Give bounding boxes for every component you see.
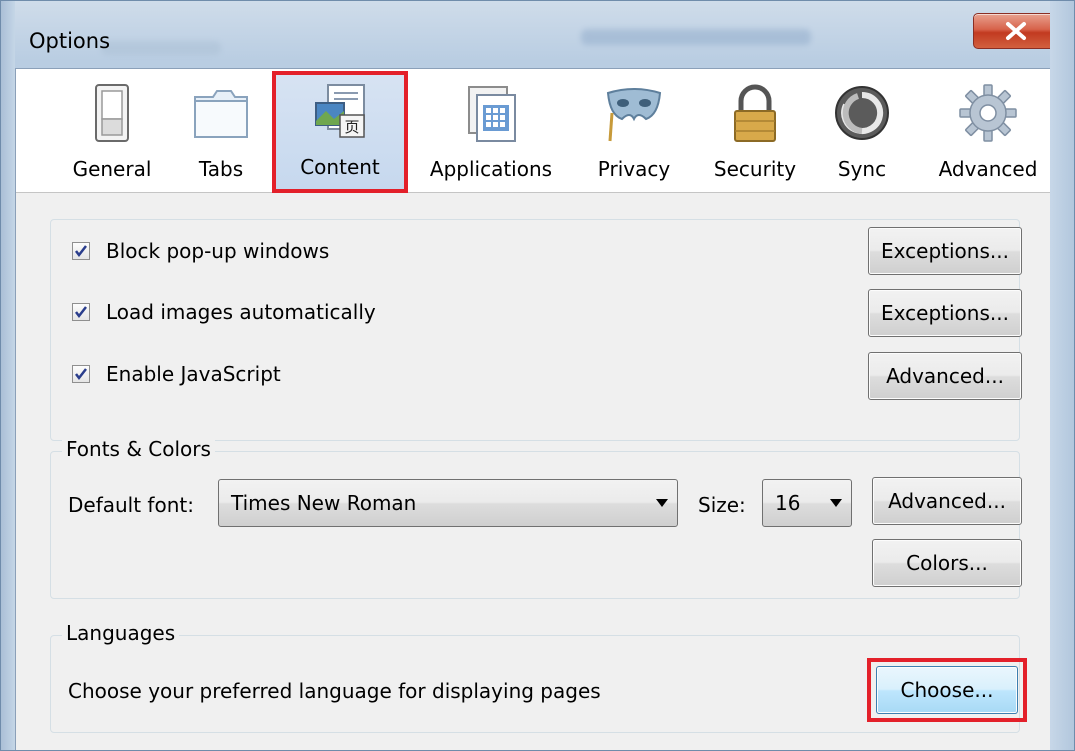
load-images-label[interactable]: Load images automatically [106,300,376,324]
advanced-gear-icon [958,83,1018,143]
javascript-advanced-button[interactable]: Advanced... [868,352,1022,400]
privacy-mask-icon [604,83,664,143]
pane-tabs-label: Tabs [198,157,244,181]
close-button[interactable] [973,13,1058,49]
close-icon [1005,22,1026,40]
default-font-label: Default font: [68,493,194,517]
block-popups-label[interactable]: Block pop-up windows [106,239,329,263]
pane-sync-label: Sync [837,157,887,181]
fonts-advanced-button[interactable]: Advanced... [872,477,1022,525]
languages-legend: Languages [62,621,180,645]
pane-sync[interactable]: Sync [822,77,902,189]
enable-javascript-checkbox[interactable] [72,365,90,383]
pane-applications[interactable]: Applications [416,77,566,189]
popup-exceptions-button[interactable]: Exceptions... [868,227,1022,275]
dialog-client: General Tabs 页 Content Applications Priv… [15,68,1052,750]
svg-text:页: 页 [344,118,359,136]
font-size-value: 16 [775,491,801,515]
pane-general[interactable]: General [62,77,162,189]
dropdown-arrow-icon [821,499,851,507]
load-images-checkbox[interactable] [72,303,90,321]
pane-advanced-label: Advanced [938,157,1038,181]
pane-applications-label: Applications [429,157,553,181]
window-title: Options [29,29,111,53]
pane-general-label: General [72,157,152,181]
enable-javascript-label[interactable]: Enable JavaScript [106,362,281,386]
fonts-colors-legend: Fonts & Colors [62,437,215,461]
security-lock-icon [725,83,785,143]
pane-security[interactable]: Security [700,77,810,189]
block-popups-row: Block pop-up windows [72,239,329,263]
content-page-icon: 页 [310,81,370,141]
load-images-row: Load images automatically [72,300,376,324]
checkmark-icon [75,368,87,381]
pane-advanced[interactable]: Advanced [930,77,1046,189]
checkmark-icon [75,245,87,258]
pane-content[interactable]: 页 Content [272,71,408,193]
default-font-value: Times New Roman [231,491,417,515]
block-popups-checkbox[interactable] [72,242,90,260]
font-size-select[interactable]: 16 [762,479,852,527]
checkmark-icon [75,306,87,319]
applications-window-icon [461,83,521,143]
options-window: Options General Tabs 页 Content Applicati… [0,0,1075,751]
pane-toolbar: General Tabs 页 Content Applications Priv… [16,69,1051,193]
pane-content-label: Content [300,155,380,179]
dropdown-arrow-icon [647,499,677,507]
enable-javascript-row: Enable JavaScript [72,362,281,386]
colors-button[interactable]: Colors... [872,539,1022,587]
size-label: Size: [698,493,746,517]
pane-privacy-label: Privacy [597,157,671,181]
general-switch-icon [82,83,142,143]
pane-tabs[interactable]: Tabs [176,77,266,189]
choose-language-button[interactable]: Choose... [876,666,1018,714]
sync-arrows-icon [832,83,892,143]
languages-description: Choose your preferred language for displ… [68,679,601,703]
pane-security-label: Security [713,157,797,181]
images-exceptions-button[interactable]: Exceptions... [868,289,1022,337]
tabs-folder-icon [191,83,251,143]
default-font-select[interactable]: Times New Roman [218,479,678,527]
pane-privacy[interactable]: Privacy [584,77,684,189]
